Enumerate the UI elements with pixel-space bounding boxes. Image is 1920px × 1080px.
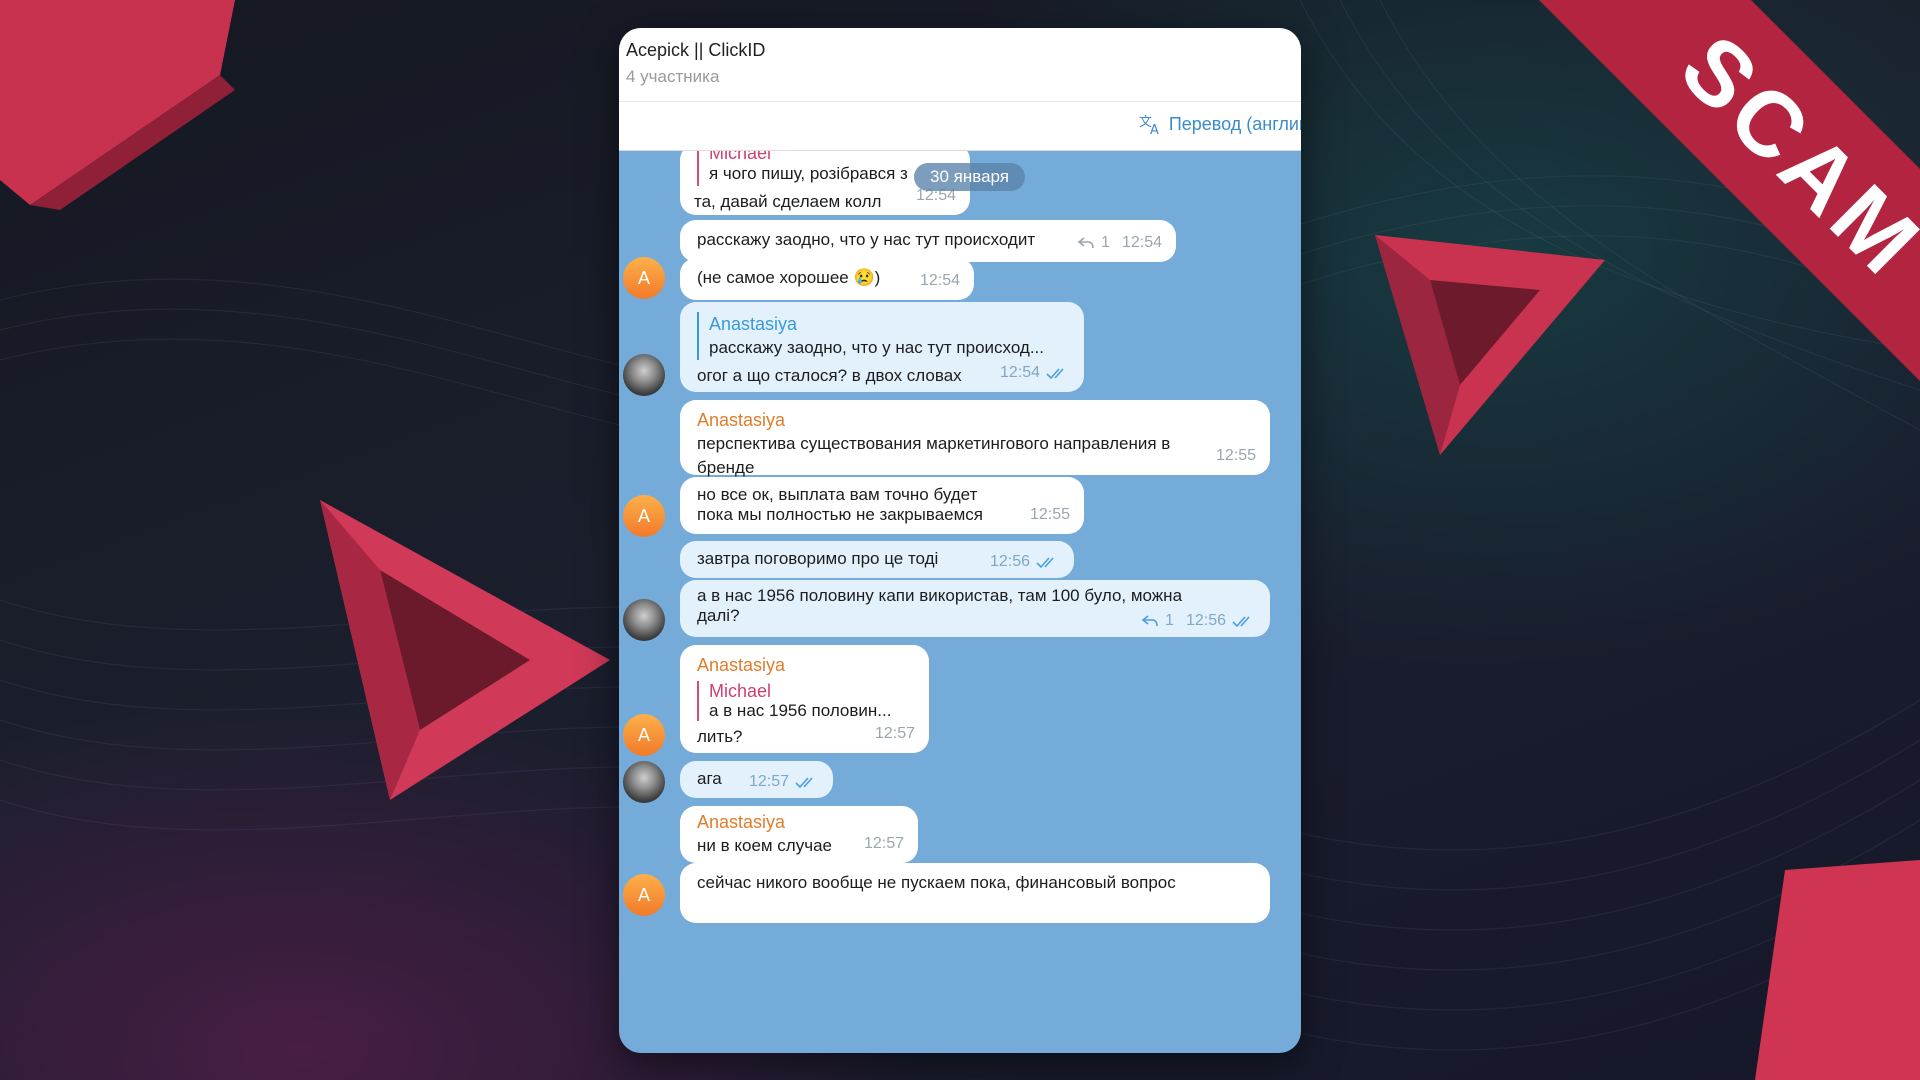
message-text-line: а в нас 1956 половину капи використав, т… xyxy=(697,586,1183,605)
scam-ribbon: SCAM xyxy=(1520,0,1920,400)
message-bubble[interactable]: Anastasiya расскажу заодно, что у нас ту… xyxy=(680,302,1084,392)
reply-sender: Anastasiya xyxy=(709,314,798,334)
reply-quote[interactable]: Michael а в нас 1956 половин... xyxy=(697,681,915,721)
reply-arrow-icon xyxy=(1141,615,1158,627)
reply-count: 1 xyxy=(1165,612,1174,629)
message-time: 12:57 xyxy=(874,725,915,742)
reply-count: 1 xyxy=(1101,234,1110,251)
message-bubble[interactable]: сейчас никого вообще не пускаем пока, фи… xyxy=(680,863,1270,923)
message-bubble[interactable]: Anastasiya перспектива существования мар… xyxy=(680,400,1270,477)
reply-arrow-icon xyxy=(1077,237,1094,249)
message-bubble[interactable]: Anastasiya Michael а в нас 1956 половин.… xyxy=(680,645,929,753)
message-meta: 1 12:56 xyxy=(1141,609,1256,633)
message-sender[interactable]: Anastasiya xyxy=(697,653,915,677)
reply-text: а в нас 1956 половин... xyxy=(709,701,892,720)
chat-title: Acepick || ClickID xyxy=(626,40,766,60)
message-bubble[interactable]: завтра поговоримо про це тоді 12:56 xyxy=(680,541,1074,578)
message-meta: 12:55 xyxy=(1216,444,1256,468)
avatar[interactable] xyxy=(623,761,665,803)
message-bubble[interactable]: но все ок, выплата вам точно будет пока … xyxy=(680,477,1084,534)
message-meta: 1 12:54 xyxy=(1077,231,1162,255)
translate-bar: 文 A Перевод (англий xyxy=(619,102,1301,151)
message-time: 12:56 xyxy=(989,553,1030,570)
decorative-triangle-top-left xyxy=(0,0,235,210)
decorative-triangle-left xyxy=(320,500,610,800)
message-bubble[interactable]: ага 12:57 xyxy=(680,761,833,798)
svg-text:A: A xyxy=(1150,123,1159,135)
message-time: 12:54 xyxy=(1121,234,1162,251)
translate-label: Перевод (англий xyxy=(1168,113,1301,134)
avatar[interactable]: A xyxy=(623,495,665,537)
message-meta: 12:56 xyxy=(990,550,1060,574)
message-bubble[interactable]: (не самое хорошее 😢) 12:54 xyxy=(680,258,974,300)
message-time: 12:57 xyxy=(748,773,789,790)
message-meta: 12:57 xyxy=(875,722,915,746)
chat-window: Acepick || ClickID 4 участника 文 A Перев… xyxy=(619,28,1301,1053)
avatar[interactable]: A xyxy=(623,874,665,916)
message-text: сейчас никого вообще не пускаем пока, фи… xyxy=(697,873,1176,892)
message-bubble[interactable]: расскажу заодно, что у нас тут происходи… xyxy=(680,220,1176,262)
message-time: 12:54 xyxy=(999,364,1040,381)
double-check-icon xyxy=(1232,616,1250,628)
reply-quote[interactable]: Anastasiya расскажу заодно, что у нас ту… xyxy=(697,312,1070,360)
chat-header[interactable]: Acepick || ClickID 4 участника xyxy=(619,28,1301,102)
translate-icon: 文 A xyxy=(1139,115,1159,135)
message-time: 12:57 xyxy=(863,835,904,852)
message-meta: 12:54 xyxy=(1000,361,1070,385)
message-time: 12:55 xyxy=(1029,506,1070,523)
reply-sender: Michael xyxy=(709,151,772,163)
message-text-line: но все ок, выплата вам точно будет xyxy=(697,485,978,504)
avatar[interactable]: A xyxy=(623,257,665,299)
scam-band: SCAM xyxy=(1525,0,1920,400)
message-time: 12:56 xyxy=(1185,612,1226,629)
message-time: 12:54 xyxy=(919,272,960,289)
message-text-line: пока мы полностью не закрываемся xyxy=(697,505,984,524)
message-meta: 12:57 xyxy=(864,832,904,856)
date-pill: 30 января xyxy=(914,163,1025,191)
message-bubble[interactable]: Anastasiya ни в коем случае 12:57 xyxy=(680,806,918,863)
avatar[interactable]: A xyxy=(623,714,665,756)
decorative-triangle-bottom-right xyxy=(1755,860,1920,1080)
double-check-icon xyxy=(795,777,813,789)
scam-label: SCAM xyxy=(1661,15,1920,297)
avatar[interactable] xyxy=(623,354,665,396)
double-check-icon xyxy=(1046,368,1064,380)
message-list[interactable]: Michael я чого пишу, розібрався з та, да… xyxy=(619,151,1301,1053)
message-sender[interactable]: Anastasiya xyxy=(697,810,904,834)
message-text-line: перспектива существования маркетингового… xyxy=(697,434,1171,453)
reply-text: расскажу заодно, что у нас тут происход.… xyxy=(709,338,1044,357)
avatar[interactable] xyxy=(623,599,665,641)
translate-button[interactable]: 文 A Перевод (англий xyxy=(1138,113,1301,136)
chat-member-count: 4 участника xyxy=(626,67,720,86)
message-meta: 12:57 xyxy=(749,770,819,794)
message-meta: 12:54 xyxy=(920,269,960,293)
message-sender[interactable]: Anastasiya xyxy=(697,408,1256,432)
message-meta: 12:55 xyxy=(1030,503,1070,527)
message-time: 12:55 xyxy=(1215,447,1256,464)
double-check-icon xyxy=(1036,557,1054,569)
message-bubble[interactable]: а в нас 1956 половину капи використав, т… xyxy=(680,580,1270,637)
reply-sender: Michael xyxy=(709,681,772,701)
